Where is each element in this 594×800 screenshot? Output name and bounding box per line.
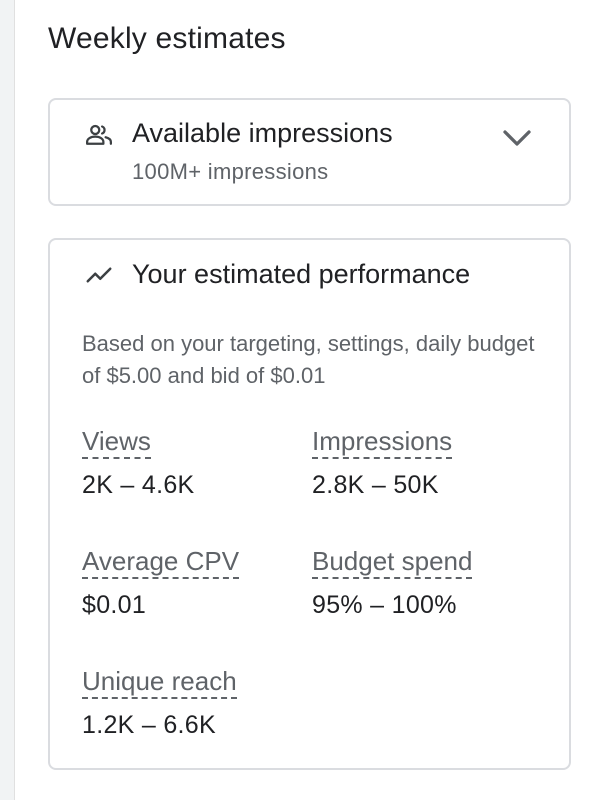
estimated-performance-title: Your estimated performance bbox=[132, 259, 471, 289]
chevron-down-icon[interactable] bbox=[499, 120, 535, 156]
metric-label-views[interactable]: Views bbox=[82, 426, 151, 459]
available-impressions-card[interactable]: Available impressions 100M+ impressions bbox=[48, 98, 571, 206]
metric-budget-spend: Budget spend 95% – 100% bbox=[312, 546, 473, 620]
metric-unique-reach: Unique reach 1.2K – 6.6K bbox=[82, 666, 237, 740]
metric-views: Views 2K – 4.6K bbox=[82, 426, 195, 500]
metric-value-unique-reach: 1.2K – 6.6K bbox=[82, 711, 216, 739]
metric-label-average-cpv[interactable]: Average CPV bbox=[82, 546, 240, 579]
metric-impressions: Impressions 2.8K – 50K bbox=[312, 426, 453, 500]
metric-value-impressions: 2.8K – 50K bbox=[312, 471, 439, 499]
metric-label-unique-reach[interactable]: Unique reach bbox=[82, 666, 237, 699]
performance-description: Based on your targeting, settings, daily… bbox=[82, 331, 535, 388]
metric-value-budget-spend: 95% – 100% bbox=[312, 591, 457, 619]
available-impressions-title: Available impressions bbox=[132, 118, 393, 148]
available-impressions-subtitle: 100M+ impressions bbox=[132, 159, 329, 184]
metric-value-views: 2K – 4.6K bbox=[82, 471, 195, 499]
estimated-performance-card: Your estimated performance Based on your… bbox=[48, 238, 571, 770]
trending-line-icon bbox=[86, 267, 112, 283]
metric-label-budget-spend[interactable]: Budget spend bbox=[312, 546, 473, 579]
panel-title: Weekly estimates bbox=[48, 22, 286, 55]
left-rail-divider bbox=[0, 0, 15, 800]
metric-value-average-cpv: $0.01 bbox=[82, 591, 147, 619]
metric-average-cpv: Average CPV $0.01 bbox=[82, 546, 240, 620]
metric-label-impressions[interactable]: Impressions bbox=[312, 426, 453, 459]
people-icon bbox=[86, 124, 112, 145]
